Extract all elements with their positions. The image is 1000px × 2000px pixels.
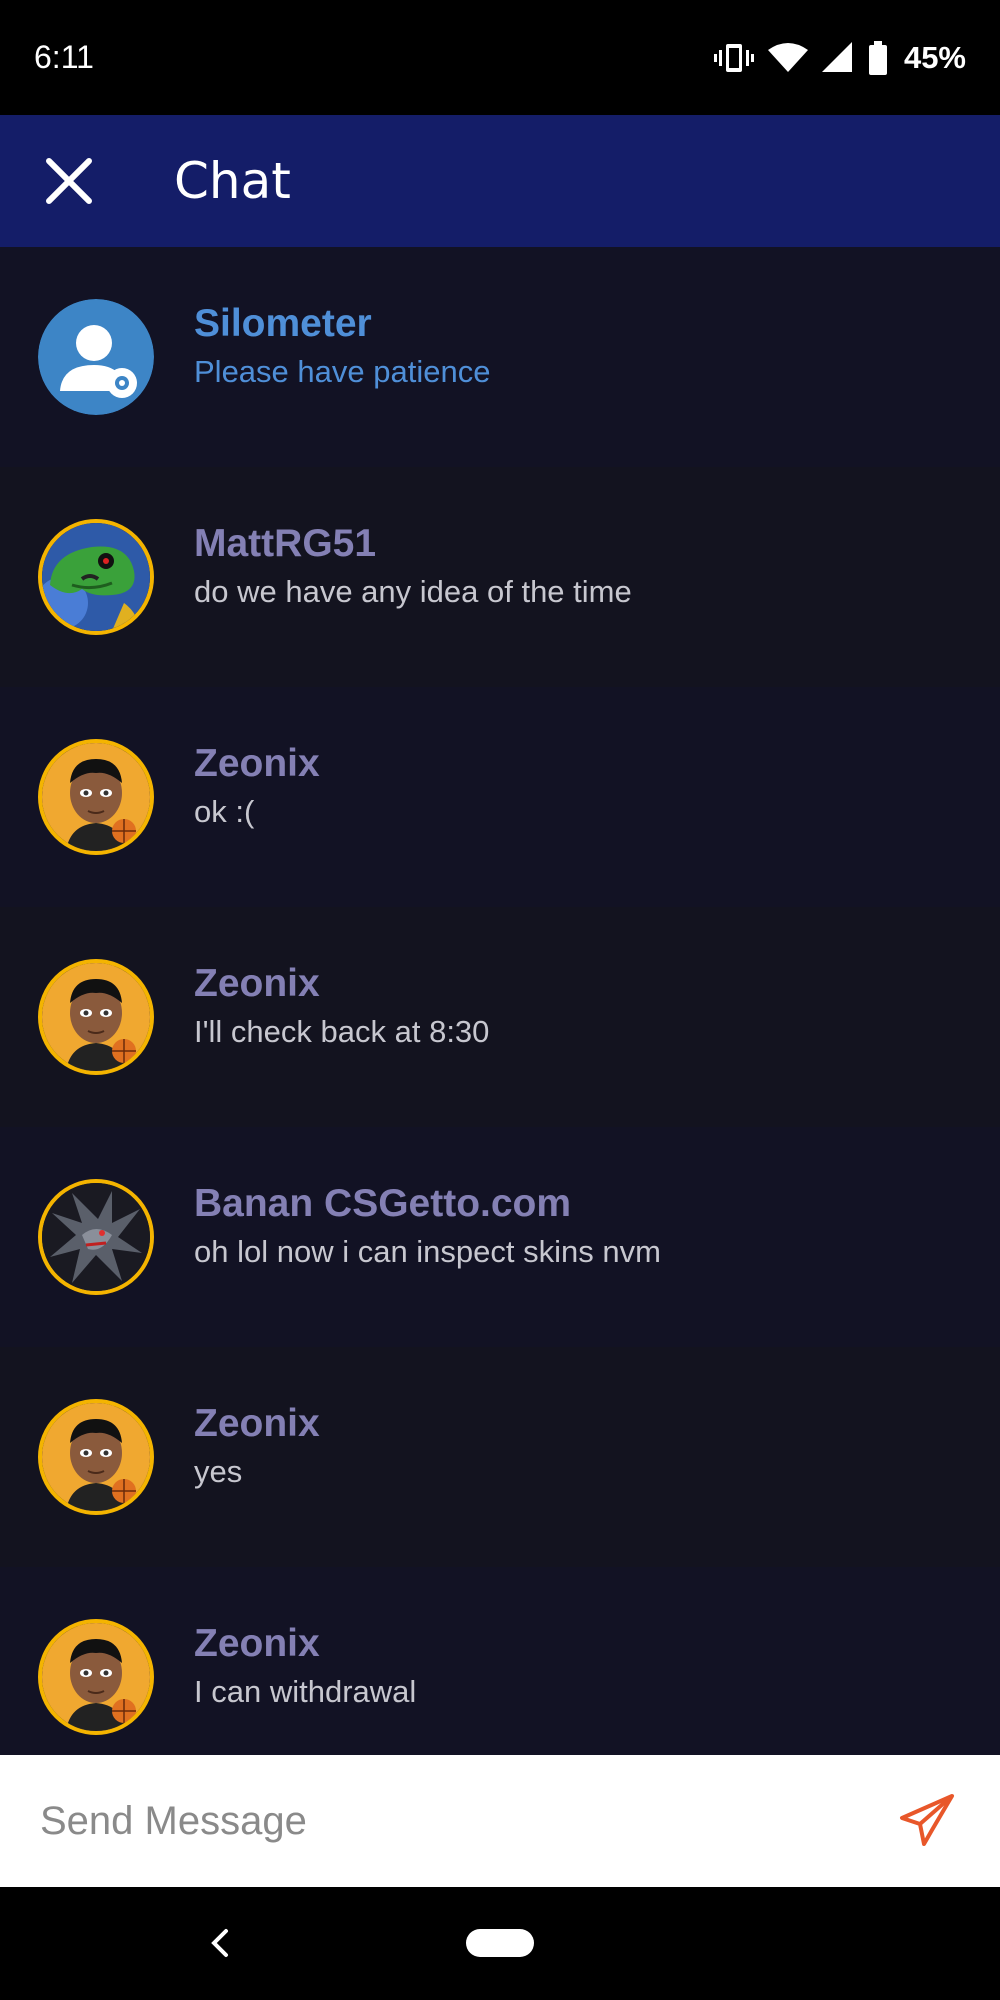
message-author[interactable]: Zeonix	[194, 1400, 320, 1448]
message-author[interactable]: Zeonix	[194, 960, 489, 1008]
message-text: I'll check back at 8:30	[194, 1014, 490, 1049]
chat-message: Zeonix yes	[0, 1347, 1000, 1567]
back-icon	[211, 1929, 228, 1957]
chat-message: Silometer Please have patience	[0, 247, 1000, 467]
page-title: Chat	[174, 152, 291, 210]
vibrate-icon	[713, 42, 754, 74]
app-bar: Chat	[0, 115, 1000, 247]
status-bar: 6:11 45%	[0, 0, 1000, 115]
message-author[interactable]: Zeonix	[194, 740, 320, 788]
system-nav-bar	[0, 1887, 1000, 2000]
close-button[interactable]	[34, 146, 104, 216]
chat-message-list[interactable]: Silometer Please have patience MattRG51 …	[0, 247, 1000, 1755]
chat-message: Zeonix ok :(	[0, 687, 1000, 907]
send-icon	[900, 1794, 954, 1846]
message-text: ok :(	[194, 794, 255, 829]
message-author[interactable]: MattRG51	[194, 520, 632, 568]
status-icons: 45%	[713, 39, 966, 76]
chat-message: Zeonix I can withdrawal	[0, 1567, 1000, 1755]
cartoon-boy-avatar[interactable]	[38, 1619, 154, 1735]
home-button[interactable]	[466, 1929, 534, 1957]
close-icon	[46, 158, 92, 204]
dragon-avatar[interactable]	[38, 1179, 154, 1295]
dinosaur-avatar[interactable]	[38, 519, 154, 635]
battery-percent: 45%	[903, 39, 966, 75]
chat-message: MattRG51 do we have any idea of the time	[0, 467, 1000, 687]
cartoon-boy-avatar[interactable]	[38, 959, 154, 1075]
message-text: yes	[194, 1454, 243, 1489]
chat-message: Banan CSGetto.com oh lol now i can inspe…	[0, 1127, 1000, 1347]
send-button[interactable]	[892, 1786, 962, 1856]
message-text: do we have any idea of the time	[194, 574, 632, 609]
admin-avatar[interactable]	[38, 299, 154, 415]
chat-message: Zeonix I'll check back at 8:30	[0, 907, 1000, 1127]
message-text: Please have patience	[194, 354, 491, 389]
back-button[interactable]	[200, 1923, 240, 1963]
compose-bar	[0, 1755, 1000, 1887]
status-time: 6:11	[34, 39, 94, 75]
cartoon-boy-avatar[interactable]	[38, 1399, 154, 1515]
wifi-icon	[767, 42, 808, 74]
message-text: oh lol now i can inspect skins nvm	[194, 1234, 661, 1269]
message-author[interactable]: Banan CSGetto.com	[194, 1180, 661, 1228]
message-input[interactable]	[38, 1797, 892, 1845]
message-author[interactable]: Silometer	[194, 300, 490, 348]
message-text: I can withdrawal	[194, 1674, 417, 1709]
battery-icon	[868, 40, 888, 75]
message-author[interactable]: Zeonix	[194, 1620, 416, 1668]
cartoon-boy-avatar[interactable]	[38, 739, 154, 855]
cell-signal-icon	[821, 41, 854, 74]
